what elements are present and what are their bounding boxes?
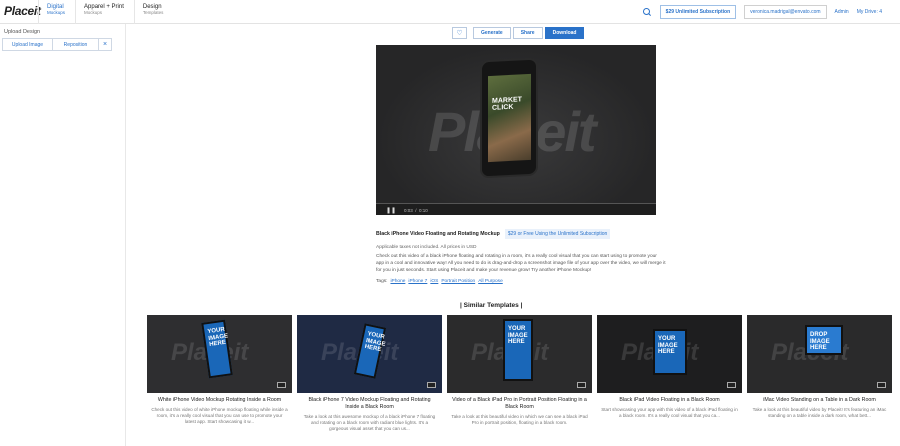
tax-note: Applicable taxes not included. All price… [376, 245, 477, 250]
template-card[interactable]: PlaceitYOUR IMAGE HERE Black iPad Video F… [597, 315, 742, 446]
tag-list: Tags: iPhone iPhone 7 iOS Portrait Posit… [376, 279, 666, 284]
video-badge-icon [427, 382, 436, 388]
video-badge-icon [877, 382, 886, 388]
template-card[interactable]: PlaceitYOUR IMAGE HERE White iPhone Video… [147, 315, 292, 446]
editor-sidebar: Upload Design Upload Image Reposition × [0, 24, 126, 446]
video-badge-icon [277, 382, 286, 388]
subscription-button[interactable]: $29 Unlimited Subscription [659, 5, 737, 19]
product-title: Black iPhone Video Floating and Rotating… [376, 231, 500, 237]
template-title[interactable]: White iPhone Video Mockup Rotating Insid… [147, 397, 292, 404]
search-icon[interactable] [642, 7, 652, 17]
header-right: $29 Unlimited Subscription veronica.madr… [642, 0, 882, 24]
download-button[interactable]: Download [544, 27, 585, 39]
template-card[interactable]: PlaceitDROP IMAGE HERE iMac Video Standin… [747, 315, 892, 446]
nav-subtitle: Templates [142, 10, 164, 15]
sidebar-title: Upload Design [4, 29, 41, 35]
template-thumbnail[interactable]: PlaceitYOUR IMAGE HERE [447, 315, 592, 393]
template-title[interactable]: Black iPad Video Floating in a Black Roo… [597, 397, 742, 404]
close-icon[interactable]: × [99, 39, 111, 50]
nav-digital-mockups[interactable]: Digital Mockups [38, 0, 75, 24]
nav-design-templates[interactable]: Design Templates [133, 0, 174, 24]
template-title[interactable]: iMac Video Standing on a Table in a Dark… [747, 397, 892, 404]
template-description: Check out this video of white iPhone moc… [151, 406, 288, 425]
iphone-mockup: MARKET CLICK [480, 57, 538, 179]
similar-templates-heading: | Similar Templates | [460, 302, 523, 309]
video-player[interactable]: Placeit MARKET CLICK ❚❚ 0:03 / 0:10 [376, 45, 656, 215]
nav-apparel-print[interactable]: Apparel + Print Mockups [75, 0, 134, 24]
similar-templates-list: PlaceitYOUR IMAGE HERE White iPhone Video… [147, 315, 892, 446]
device-screen: YOUR IMAGE HERE [653, 329, 687, 375]
tag-link[interactable]: iPhone 7 [408, 279, 427, 284]
device-screen: YOUR IMAGE HERE [201, 319, 233, 379]
tags-label: Tags: [376, 278, 388, 284]
share-button[interactable]: Share [512, 27, 543, 39]
action-bar: ♡ Generate Share Download [452, 27, 585, 40]
screen-logo-text: MARKET CLICK [492, 96, 522, 113]
tag-link[interactable]: iOS [430, 279, 438, 284]
template-title[interactable]: Video of a Black iPad Pro in Portrait Po… [447, 397, 592, 411]
template-thumbnail[interactable]: PlaceitYOUR IMAGE HERE [147, 315, 292, 393]
heart-icon[interactable]: ♡ [452, 27, 467, 39]
template-card[interactable]: PlaceitYOUR IMAGE HERE Black iPhone 7 Vid… [297, 315, 442, 446]
placeit-logo[interactable]: Placeit [4, 4, 41, 18]
reposition-button[interactable]: Reposition [53, 39, 99, 50]
my-drive-link[interactable]: My Drive: 4 [857, 9, 882, 15]
upload-image-button[interactable]: Upload Image [3, 39, 53, 50]
video-badge-icon [727, 382, 736, 388]
product-description: Check out this video of a black iPhone f… [376, 254, 666, 273]
template-description: Take a look at this awesome mockup of a … [303, 413, 436, 432]
template-card[interactable]: PlaceitYOUR IMAGE HERE Video of a Black i… [447, 315, 592, 446]
nav-subtitle: Mockups [47, 10, 66, 15]
nav-subtitle: Mockups [84, 10, 103, 15]
time-readout: 0:03 / 0:10 [404, 207, 428, 213]
template-thumbnail[interactable]: PlaceitYOUR IMAGE HERE [597, 315, 742, 393]
template-thumbnail[interactable]: PlaceitDROP IMAGE HERE [747, 315, 892, 393]
upload-tabs: Upload Image Reposition × [2, 38, 112, 51]
admin-link[interactable]: Admin [835, 9, 849, 15]
template-title[interactable]: Black iPhone 7 Video Mockup Floating and… [297, 397, 442, 411]
generate-button[interactable]: Generate [473, 27, 511, 39]
video-badge-icon [577, 382, 586, 388]
template-description: Take a look at this beautiful video by P… [752, 406, 887, 419]
player-controls: ❚❚ 0:03 / 0:10 [376, 203, 656, 215]
pause-icon[interactable]: ❚❚ [386, 207, 396, 214]
product-info: Black iPhone Video Floating and Rotating… [376, 229, 666, 284]
template-thumbnail[interactable]: PlaceitYOUR IMAGE HERE [297, 315, 442, 393]
tag-link[interactable]: All Purpose [478, 279, 503, 284]
template-description: Take a look at this beautiful video in w… [451, 413, 588, 425]
template-description: Start showcasing your app with this vide… [601, 406, 738, 419]
device-screen: YOUR IMAGE HERE [503, 319, 533, 381]
price-badge[interactable]: $29 or Free Using the Unlimited Subscrip… [504, 229, 611, 239]
account-email[interactable]: veronica.madrigal@envato.com [744, 5, 827, 19]
top-header: Placeit Digital Mockups Apparel + Print … [0, 0, 900, 24]
device-screen: DROP IMAGE HERE [805, 325, 843, 355]
phone-screen: MARKET CLICK [488, 73, 531, 163]
tag-link[interactable]: Portrait Position [441, 279, 475, 284]
tag-link[interactable]: iPhone [390, 279, 405, 284]
main-nav: Digital Mockups Apparel + Print Mockups … [38, 0, 173, 24]
